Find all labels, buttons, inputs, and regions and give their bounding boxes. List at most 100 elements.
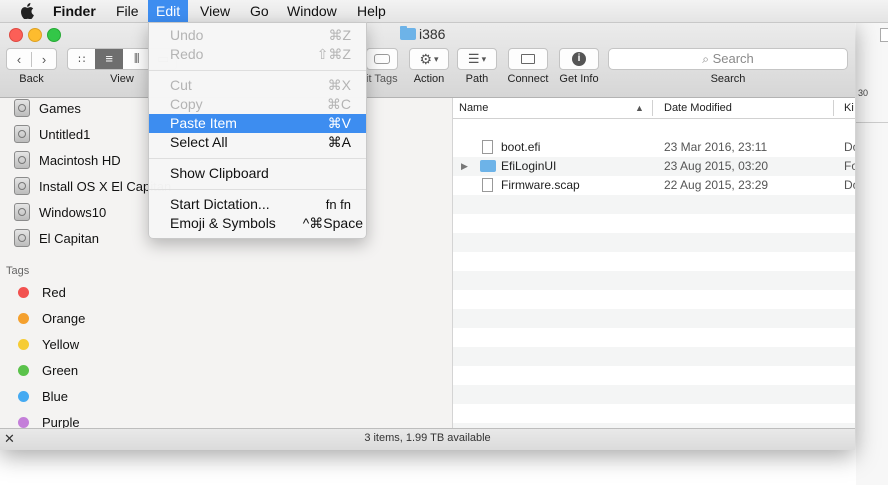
menu-item-shortcut: fn fn (325, 197, 351, 212)
tag-icon (374, 54, 390, 64)
disk-icon (14, 151, 30, 169)
sidebar-tag-blue[interactable]: Blue (14, 386, 68, 408)
window-title-text: i386 (419, 26, 446, 42)
column-divider[interactable] (652, 100, 653, 116)
file-kind: Do (844, 178, 855, 192)
view-label: View (110, 73, 134, 85)
column-divider[interactable] (833, 100, 834, 116)
tag-dot-green (18, 365, 29, 376)
menu-item-shortcut: ⌘Z (328, 27, 351, 43)
menu-item-emoji-symbols[interactable]: Emoji & Symbols ^⌘Space (149, 214, 366, 233)
menu-item-undo[interactable]: Undo ⌘Z (149, 26, 366, 45)
path-icon: ☰ (467, 51, 480, 66)
menu-view[interactable]: View (192, 0, 238, 22)
back-arrow-icon[interactable]: ‹ (7, 51, 32, 67)
menu-item-copy[interactable]: Copy ⌘C (149, 95, 366, 114)
sidebar-item-label: Windows10 (39, 205, 107, 220)
menu-separator (149, 70, 366, 71)
menu-item-paste-item[interactable]: Paste Item ⌘V (149, 114, 366, 133)
menu-separator (149, 158, 366, 159)
menu-item-redo[interactable]: Redo ⇧⌘Z (149, 45, 366, 64)
sidebar-item-label: Green (42, 363, 79, 378)
back-forward-control: ‹ › (6, 48, 57, 70)
column-kind-header[interactable]: Ki (844, 98, 854, 118)
file-row[interactable]: Firmware.scap 22 Aug 2015, 23:29 Do (453, 176, 855, 195)
menu-edit[interactable]: Edit (148, 0, 189, 22)
status-bar: ✕ 3 items, 1.99 TB available (0, 428, 855, 450)
zoom-button[interactable] (47, 28, 61, 42)
sidebar-item-label: Orange (42, 311, 86, 326)
menu-item-shortcut: ⇧⌘Z (316, 46, 351, 62)
menu-file[interactable]: File (108, 0, 147, 22)
menu-item-select-all[interactable]: Select All ⌘A (149, 133, 366, 152)
column-view-icon[interactable]: ⫴ (123, 51, 150, 67)
connect-button[interactable] (508, 48, 548, 70)
menu-item-show-clipboard[interactable]: Show Clipboard (149, 164, 366, 183)
sidebar-item-label: Yellow (42, 337, 80, 352)
tag-dot-orange (18, 313, 29, 324)
tag-dot-red (18, 287, 29, 298)
menu-item-start-dictation[interactable]: Start Dictation... fn fn (149, 195, 366, 214)
sidebar-tag-orange[interactable]: Orange (14, 308, 85, 330)
chevron-down-icon: ▾ (481, 53, 487, 64)
sidebar-tag-red[interactable]: Red (14, 282, 66, 304)
status-text: 3 items, 1.99 TB available (364, 432, 491, 444)
tags-header: Tags (6, 265, 30, 277)
menu-item-label: Redo (170, 46, 204, 62)
sidebar-item-label: Blue (42, 389, 69, 404)
sidebar-item-label: Macintosh HD (39, 153, 121, 168)
menu-item-cut[interactable]: Cut ⌘X (149, 76, 366, 95)
menu-item-label: Paste Item (170, 115, 237, 131)
sidebar-item-el-capitan[interactable]: El Capitan (14, 228, 99, 250)
icon-view-icon[interactable]: ∷ (68, 53, 95, 66)
file-list: Name ▲ Date Modified Ki boot.efi 23 Mar … (453, 98, 855, 428)
edit-menu: Undo ⌘Z Redo ⇧⌘Z Cut ⌘X Copy ⌘C Paste Item ⌘V… (148, 22, 367, 239)
window-toolbar: i386 ‹ › Back ∷ ≡ ⫴ ▭ View it Tags ⚙▾ Ac… (0, 22, 855, 98)
apple-icon[interactable] (20, 3, 34, 19)
menu-separator (149, 189, 366, 190)
disclosure-triangle-icon[interactable]: ▶ (461, 157, 468, 176)
gear-icon: ⚙ (419, 50, 433, 67)
file-row[interactable]: ▶ EfiLoginUI 23 Aug 2015, 03:20 Fo (453, 157, 855, 176)
sidebar-item-untitled1[interactable]: Untitled1 (14, 124, 90, 146)
menu-window[interactable]: Window (279, 0, 345, 22)
menu-go[interactable]: Go (242, 0, 277, 22)
minimize-button[interactable] (28, 28, 42, 42)
edit-tags-button[interactable] (366, 48, 398, 70)
column-date-header[interactable]: Date Modified (664, 98, 732, 118)
action-button[interactable]: ⚙ ▾ (409, 48, 449, 70)
tag-dot-purple (18, 417, 29, 428)
list-view-icon[interactable]: ≡ (95, 49, 123, 69)
chevron-down-icon: ▾ (434, 53, 439, 64)
sidebar-item-macintosh-hd[interactable]: Macintosh HD (14, 150, 121, 172)
forward-arrow-icon[interactable]: › (32, 52, 56, 67)
background-window: 30 (856, 22, 888, 485)
edit-tags-label: it Tags (366, 73, 398, 85)
disk-icon (14, 203, 30, 221)
info-icon: i (572, 52, 586, 66)
finder-window: i386 ‹ › Back ∷ ≡ ⫴ ▭ View it Tags ⚙▾ Ac… (0, 22, 855, 450)
server-icon (521, 54, 535, 64)
menu-item-shortcut: ⌘C (326, 96, 351, 112)
close-button[interactable] (9, 28, 23, 42)
empty-row (453, 233, 855, 252)
menu-item-shortcut: ⌘X (327, 77, 351, 93)
menu-item-label: Select All (170, 134, 228, 150)
get-info-button[interactable]: i (559, 48, 599, 70)
sidebar-tag-yellow[interactable]: Yellow (14, 334, 79, 356)
ruler-mark: 30 (858, 88, 869, 98)
file-row[interactable]: boot.efi 23 Mar 2016, 23:11 Do (453, 138, 855, 157)
column-name-header[interactable]: Name (459, 98, 488, 118)
search-input[interactable]: ⌕ Search (608, 48, 848, 70)
menu-finder[interactable]: Finder (45, 0, 104, 22)
file-icon (482, 138, 493, 157)
sidebar-item-label: Games (39, 101, 81, 116)
tag-dot-yellow (18, 339, 29, 350)
sidebar-tag-green[interactable]: Green (14, 360, 78, 382)
sidebar-item-games[interactable]: Games (14, 98, 81, 120)
path-button[interactable]: ☰ ▾ (457, 48, 497, 70)
search-placeholder: Search (712, 51, 754, 66)
menu-help[interactable]: Help (349, 0, 394, 22)
sidebar-item-windows10[interactable]: Windows10 (14, 202, 106, 224)
empty-row (453, 385, 855, 404)
